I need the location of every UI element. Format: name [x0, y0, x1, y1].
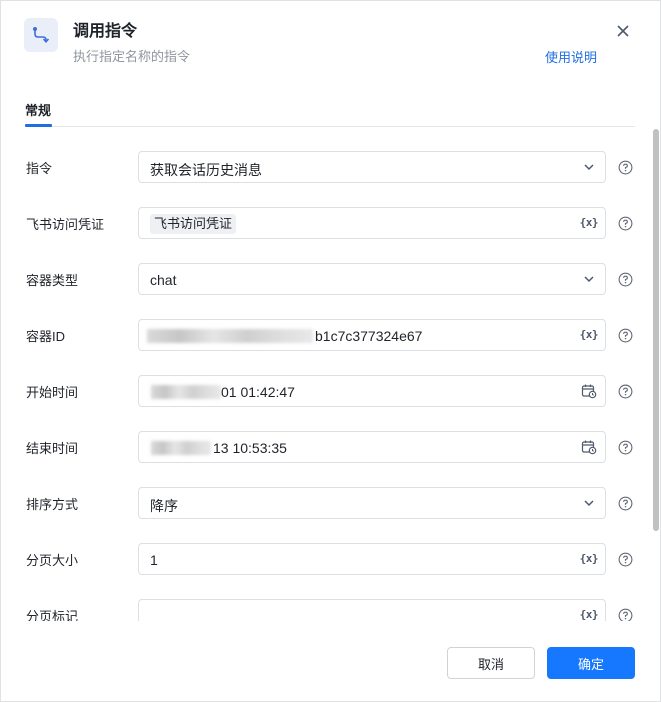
help-circle-icon[interactable]	[618, 608, 633, 621]
variable-icon[interactable]: {x}	[580, 608, 599, 621]
field-label: 指令	[26, 161, 53, 176]
tab-general-label: 常规	[25, 103, 52, 118]
scrollbar-thumb[interactable]	[653, 129, 659, 531]
start-time-picker[interactable]: 01 01:42:47	[138, 375, 606, 407]
variable-icon[interactable]: {x}	[580, 216, 599, 229]
chevron-down-icon	[584, 500, 594, 507]
field-label: 分页大小	[26, 553, 79, 568]
command-select[interactable]: 获取会话历史消息	[138, 151, 606, 183]
credential-input[interactable]: 飞书访问凭证 {x}	[138, 207, 606, 239]
redacted-text	[147, 329, 313, 343]
container-id-input[interactable]: b1c7c377324e67 {x}	[138, 319, 606, 351]
redacted-text	[151, 441, 211, 455]
variable-icon[interactable]: {x}	[580, 328, 599, 341]
form-row-end-time: 结束时间 13 10:53:35	[1, 431, 651, 463]
variable-icon[interactable]: {x}	[580, 552, 599, 565]
tab-general[interactable]: 常规	[25, 100, 51, 119]
form-body: 指令 获取会话历史消息 飞书访问凭证 飞书访问凭证 {x} 容器类型 chat	[1, 151, 651, 621]
sort-order-select[interactable]: 降序	[138, 487, 606, 519]
variable-chip: 飞书访问凭证	[150, 214, 237, 234]
container-type-select[interactable]: chat	[138, 263, 606, 295]
page-size-value: 1	[150, 552, 158, 568]
form-row-container-id: 容器ID b1c7c377324e67 {x}	[1, 319, 651, 351]
chevron-down-icon	[584, 276, 594, 283]
calendar-clock-icon[interactable]	[581, 383, 597, 399]
calendar-clock-icon[interactable]	[581, 439, 597, 455]
command-select-value: 获取会话历史消息	[150, 162, 262, 178]
form-row-command: 指令 获取会话历史消息	[1, 151, 651, 183]
help-circle-icon[interactable]	[618, 384, 633, 399]
help-circle-icon[interactable]	[618, 216, 633, 231]
help-circle-icon[interactable]	[618, 272, 633, 287]
field-label: 容器类型	[26, 273, 79, 288]
chevron-down-icon	[584, 164, 594, 171]
field-label: 分页标记	[26, 609, 79, 621]
form-row-page-token: 分页标记 {x}	[1, 599, 651, 621]
help-circle-icon[interactable]	[618, 496, 633, 511]
end-time-value: 13 10:53:35	[213, 440, 287, 456]
help-circle-icon[interactable]	[618, 440, 633, 455]
dialog-title: 调用指令	[73, 23, 138, 40]
form-row-page-size: 分页大小 1 {x}	[1, 543, 651, 575]
field-label: 排序方式	[26, 497, 79, 512]
close-icon[interactable]	[613, 21, 633, 41]
dialog-subtitle: 执行指定名称的指令	[73, 49, 191, 64]
field-label: 结束时间	[26, 441, 79, 456]
help-link[interactable]: 使用说明	[545, 47, 597, 66]
help-circle-icon[interactable]	[618, 552, 633, 567]
page-token-input[interactable]: {x}	[138, 599, 606, 621]
container-type-value: chat	[150, 272, 177, 288]
form-row-sort-order: 排序方式 降序	[1, 487, 651, 519]
tab-bar: 常规	[25, 96, 635, 127]
form-row-credential: 飞书访问凭证 飞书访问凭证 {x}	[1, 207, 651, 239]
cancel-button[interactable]: 取消	[447, 647, 535, 679]
flow-branch-icon	[24, 18, 58, 52]
container-id-value: b1c7c377324e67	[315, 328, 423, 344]
help-circle-icon[interactable]	[618, 160, 633, 175]
redacted-text	[151, 385, 221, 399]
form-row-start-time: 开始时间 01 01:42:47	[1, 375, 651, 407]
command-dialog: 调用指令 执行指定名称的指令 使用说明 常规 指令 获取会话历史消息 飞书访问凭…	[0, 0, 661, 702]
sort-order-value: 降序	[150, 498, 178, 514]
field-label: 容器ID	[26, 329, 66, 344]
form-row-container-type: 容器类型 chat	[1, 263, 651, 295]
page-size-input[interactable]: 1 {x}	[138, 543, 606, 575]
field-label: 飞书访问凭证	[26, 217, 105, 232]
start-time-value: 01 01:42:47	[221, 384, 295, 400]
help-circle-icon[interactable]	[618, 328, 633, 343]
tab-active-indicator	[25, 124, 52, 127]
end-time-picker[interactable]: 13 10:53:35	[138, 431, 606, 463]
confirm-button[interactable]: 确定	[547, 647, 635, 679]
field-label: 开始时间	[26, 385, 79, 400]
